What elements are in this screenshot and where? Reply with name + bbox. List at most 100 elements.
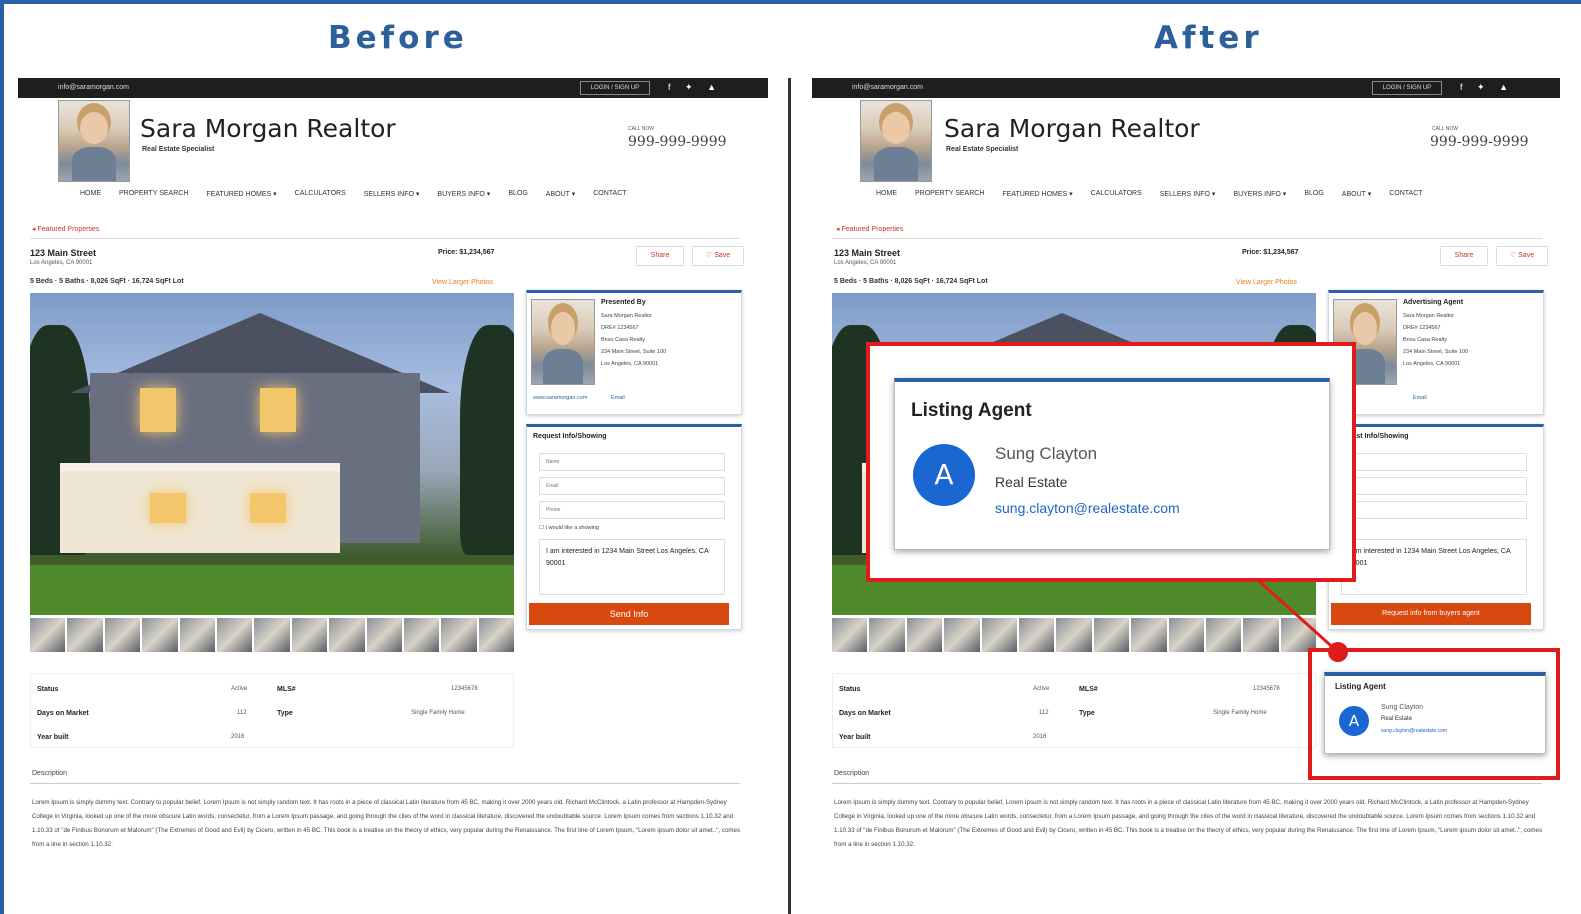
nav-item[interactable]: FEATURED HOMES ▾ [1002, 190, 1072, 198]
fact-label: Year built [839, 734, 871, 741]
nav-item[interactable]: FEATURED HOMES ▾ [206, 190, 276, 198]
agent-card-line: 234 Main Street, Suite 100 [1403, 349, 1469, 355]
thumbnail[interactable] [30, 618, 66, 652]
topbar-email[interactable]: info@saramorgan.com [852, 84, 923, 91]
login-button[interactable]: LOGIN / SIGN UP [580, 81, 650, 95]
site-title[interactable]: Sara Morgan Realtor [140, 114, 396, 143]
form-title: Request Info/Showing [533, 433, 607, 440]
thumbnail[interactable] [1131, 618, 1167, 652]
name-field[interactable] [1341, 453, 1527, 471]
nav-item[interactable]: ABOUT ▾ [1342, 190, 1371, 198]
email-link[interactable]: Email [611, 393, 625, 403]
request-buyers-agent-button[interactable]: Request info from buyers agent [1331, 603, 1531, 625]
fact-value: 112 [1039, 710, 1049, 716]
showing-checkbox[interactable]: ☐ I would like a showing [539, 523, 599, 533]
message-textarea[interactable]: I am interested in 1234 Main Street Los … [1341, 539, 1527, 595]
send-info-button[interactable]: Send Info [529, 603, 729, 625]
login-button[interactable]: LOGIN / SIGN UP [1372, 81, 1442, 95]
thumbnail[interactable] [216, 618, 253, 652]
listing-agent-card-small: Listing Agent A Sung Clayton Real Estate… [1324, 672, 1546, 754]
back-link[interactable]: ◂ Featured Properties [32, 225, 99, 233]
nav-item[interactable]: SELLERS INFO ▾ [1160, 190, 1216, 198]
back-link[interactable]: ◂ Featured Properties [836, 225, 903, 233]
thumbnail[interactable] [441, 618, 477, 652]
social-icons[interactable]: f ✦ ▲ [668, 82, 722, 93]
advertising-agent-card: Advertising Agent Sara Morgan Realtor DR… [1328, 290, 1544, 415]
listing-main-photo[interactable] [30, 293, 514, 615]
description-label: Description [834, 770, 870, 777]
email-field[interactable]: Email [539, 477, 725, 495]
message-textarea[interactable]: I am interested in 1234 Main Street Los … [539, 539, 725, 595]
share-button[interactable]: Share [1440, 246, 1488, 266]
thumbnail[interactable] [291, 618, 328, 652]
thumbnail[interactable] [403, 618, 440, 652]
view-larger-photos-link[interactable]: View Larger Photos [432, 279, 493, 286]
thumbnail[interactable] [1205, 618, 1242, 652]
thumbnail[interactable] [1018, 618, 1055, 652]
nav-item[interactable]: HOME [80, 190, 101, 198]
thumbnail[interactable] [478, 618, 515, 652]
nav-item[interactable]: CALCULATORS [1091, 190, 1142, 198]
photo-porch [60, 463, 340, 553]
agent-card-line: DRE# 1234567 [1403, 325, 1441, 331]
nav-item[interactable]: ABOUT ▾ [546, 190, 575, 198]
nav-item[interactable]: PROPERTY SEARCH [119, 190, 188, 198]
nav-item[interactable]: BUYERS INFO ▾ [437, 190, 490, 198]
fact-label: Type [1079, 710, 1095, 717]
thumbnail[interactable] [1056, 618, 1092, 652]
nav-item[interactable]: BLOG [508, 190, 527, 198]
listing-agent-role: Real Estate [995, 474, 1068, 490]
thumbnail[interactable] [981, 618, 1017, 652]
save-button[interactable]: ♡ Save [692, 246, 744, 266]
thumbnail[interactable] [179, 618, 215, 652]
name-field[interactable]: Name [539, 453, 725, 471]
nav-item[interactable]: SELLERS INFO ▾ [364, 190, 420, 198]
thumbnail[interactable] [366, 618, 402, 652]
nav-item[interactable]: PROPERTY SEARCH [915, 190, 984, 198]
thumbnail[interactable] [1168, 618, 1204, 652]
thumbnail[interactable] [906, 618, 943, 652]
nav-item[interactable]: BUYERS INFO ▾ [1233, 190, 1286, 198]
listing-agent-email[interactable]: sung.clayton@realestate.com [995, 500, 1180, 516]
nav-item[interactable]: CALCULATORS [295, 190, 346, 198]
view-larger-photos-link[interactable]: View Larger Photos [1236, 279, 1297, 286]
phone-number[interactable]: 999-999-9999 [628, 134, 727, 150]
call-now-label: CALL NOW [628, 126, 654, 132]
nav-item[interactable]: BLOG [1304, 190, 1323, 198]
separator [832, 238, 1542, 239]
share-button[interactable]: Share [636, 246, 684, 266]
thumbnail[interactable] [869, 618, 905, 652]
nav-item[interactable]: HOME [876, 190, 897, 198]
thumbnail[interactable] [254, 618, 290, 652]
site-topbar: info@saramorgan.com LOGIN / SIGN UP f ✦ … [812, 78, 1560, 98]
social-icons[interactable]: f ✦ ▲ [1460, 82, 1514, 93]
listing-address: 123 Main Street [834, 248, 901, 258]
thumbnail[interactable] [104, 618, 141, 652]
listing-facts: Status Active MLS# 12345678 Days on Mark… [30, 673, 514, 748]
email-field[interactable] [1341, 477, 1527, 495]
nav-item[interactable]: CONTACT [593, 190, 626, 198]
website-link[interactable]: www.saramorgan.com [533, 393, 587, 403]
agent-card-line: DRE# 1234567 [601, 325, 639, 331]
thumbnail[interactable] [1093, 618, 1130, 652]
phone-field[interactable] [1341, 501, 1527, 519]
fact-label: Type [277, 710, 293, 717]
thumbnail[interactable] [944, 618, 980, 652]
site-title[interactable]: Sara Morgan Realtor [944, 114, 1200, 143]
topbar-email[interactable]: info@saramorgan.com [58, 84, 129, 91]
listing-agent-email[interactable]: sung.clayton@realestate.com [1381, 728, 1447, 734]
thumbnail[interactable] [142, 618, 178, 652]
thumbnail[interactable] [832, 618, 868, 652]
thumbnail[interactable] [329, 618, 365, 652]
fact-value: 12345678 [1253, 686, 1280, 692]
phone-number[interactable]: 999-999-9999 [1430, 134, 1529, 150]
fact-value: 2016 [231, 734, 245, 740]
nav-item[interactable]: CONTACT [1389, 190, 1422, 198]
listing-agent-title: Listing Agent [1335, 682, 1386, 691]
save-button[interactable]: ♡ Save [1496, 246, 1548, 266]
phone-field[interactable]: Phone [539, 501, 725, 519]
thumbnail[interactable] [67, 618, 103, 652]
callout-connector [1258, 580, 1348, 662]
photo-window [150, 493, 186, 523]
email-link[interactable]: Email [1413, 393, 1427, 403]
